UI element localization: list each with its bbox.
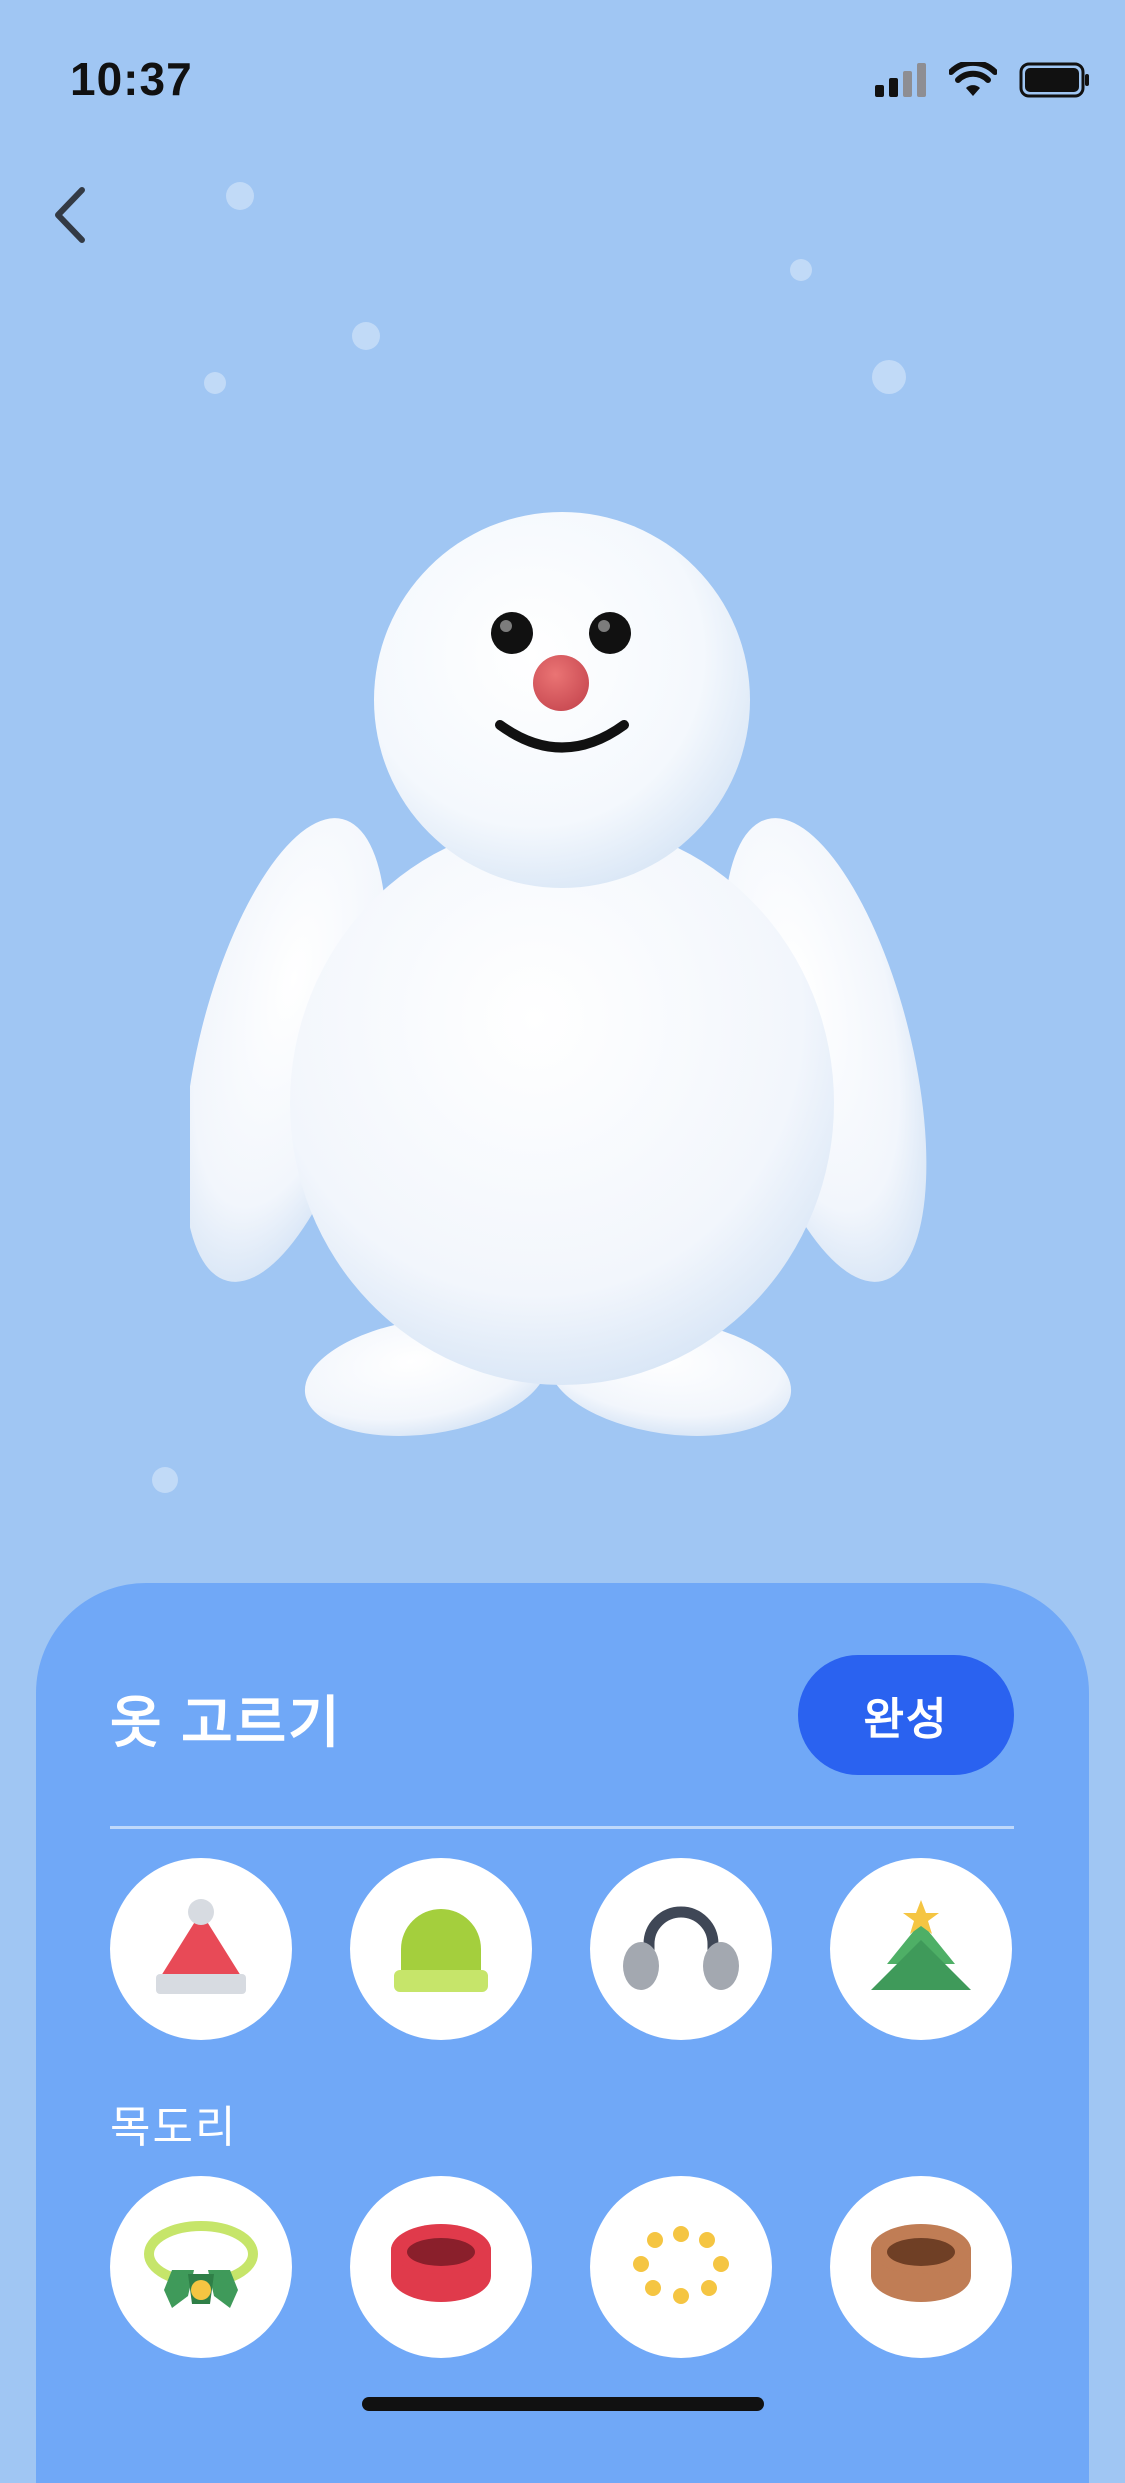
- panel-title: 옷 고르기: [110, 1691, 342, 1754]
- snow-particle: [226, 182, 254, 210]
- status-icons: [875, 62, 1091, 98]
- yellow-dots-scarf-icon: [633, 2226, 729, 2304]
- hat-options: [110, 1858, 1012, 2040]
- wifi-icon: [949, 62, 997, 96]
- scarf-option-red[interactable]: [350, 2176, 532, 2358]
- hat-option-santa[interactable]: [110, 1858, 292, 2040]
- snow-particle: [204, 372, 226, 394]
- hat-option-tree[interactable]: [830, 1858, 1012, 2040]
- scarf-option-wreath[interactable]: [110, 2176, 292, 2358]
- chevron-left-icon: [55, 187, 85, 243]
- snow-particle: [352, 322, 380, 350]
- scarf-options: [110, 2176, 1012, 2358]
- red-scarf-icon: [391, 2224, 491, 2302]
- hat-option-earmuffs[interactable]: [590, 1858, 772, 2040]
- christmas-tree-hat-icon: [871, 1900, 971, 1990]
- scarf-section-label: 목도리: [110, 2103, 238, 2152]
- snowman-character: [190, 512, 927, 1436]
- scarf-option-dots[interactable]: [590, 2176, 772, 2358]
- holly-wreath-scarf-icon: [144, 2221, 258, 2308]
- done-button[interactable]: 완성: [798, 1655, 1014, 1775]
- snow-particle: [872, 360, 906, 394]
- snow-particle: [152, 1467, 178, 1493]
- home-indicator: [362, 2397, 764, 2411]
- signal-icon: [875, 63, 926, 97]
- clothing-panel: 옷 고르기 완성 목도리: [36, 1583, 1089, 2483]
- hat-option-beanie[interactable]: [350, 1858, 532, 2040]
- santa-hat-icon: [156, 1899, 246, 1994]
- battery-icon: [1019, 62, 1089, 98]
- divider: [110, 1826, 1014, 1829]
- brown-scarf-icon: [871, 2224, 971, 2302]
- status-time: 10:37: [70, 53, 193, 105]
- scarf-option-brown[interactable]: [830, 2176, 1012, 2358]
- back-button[interactable]: [44, 180, 100, 250]
- snow-particle: [790, 259, 812, 281]
- earmuffs-icon: [623, 1906, 739, 1990]
- beanie-icon: [394, 1909, 488, 1992]
